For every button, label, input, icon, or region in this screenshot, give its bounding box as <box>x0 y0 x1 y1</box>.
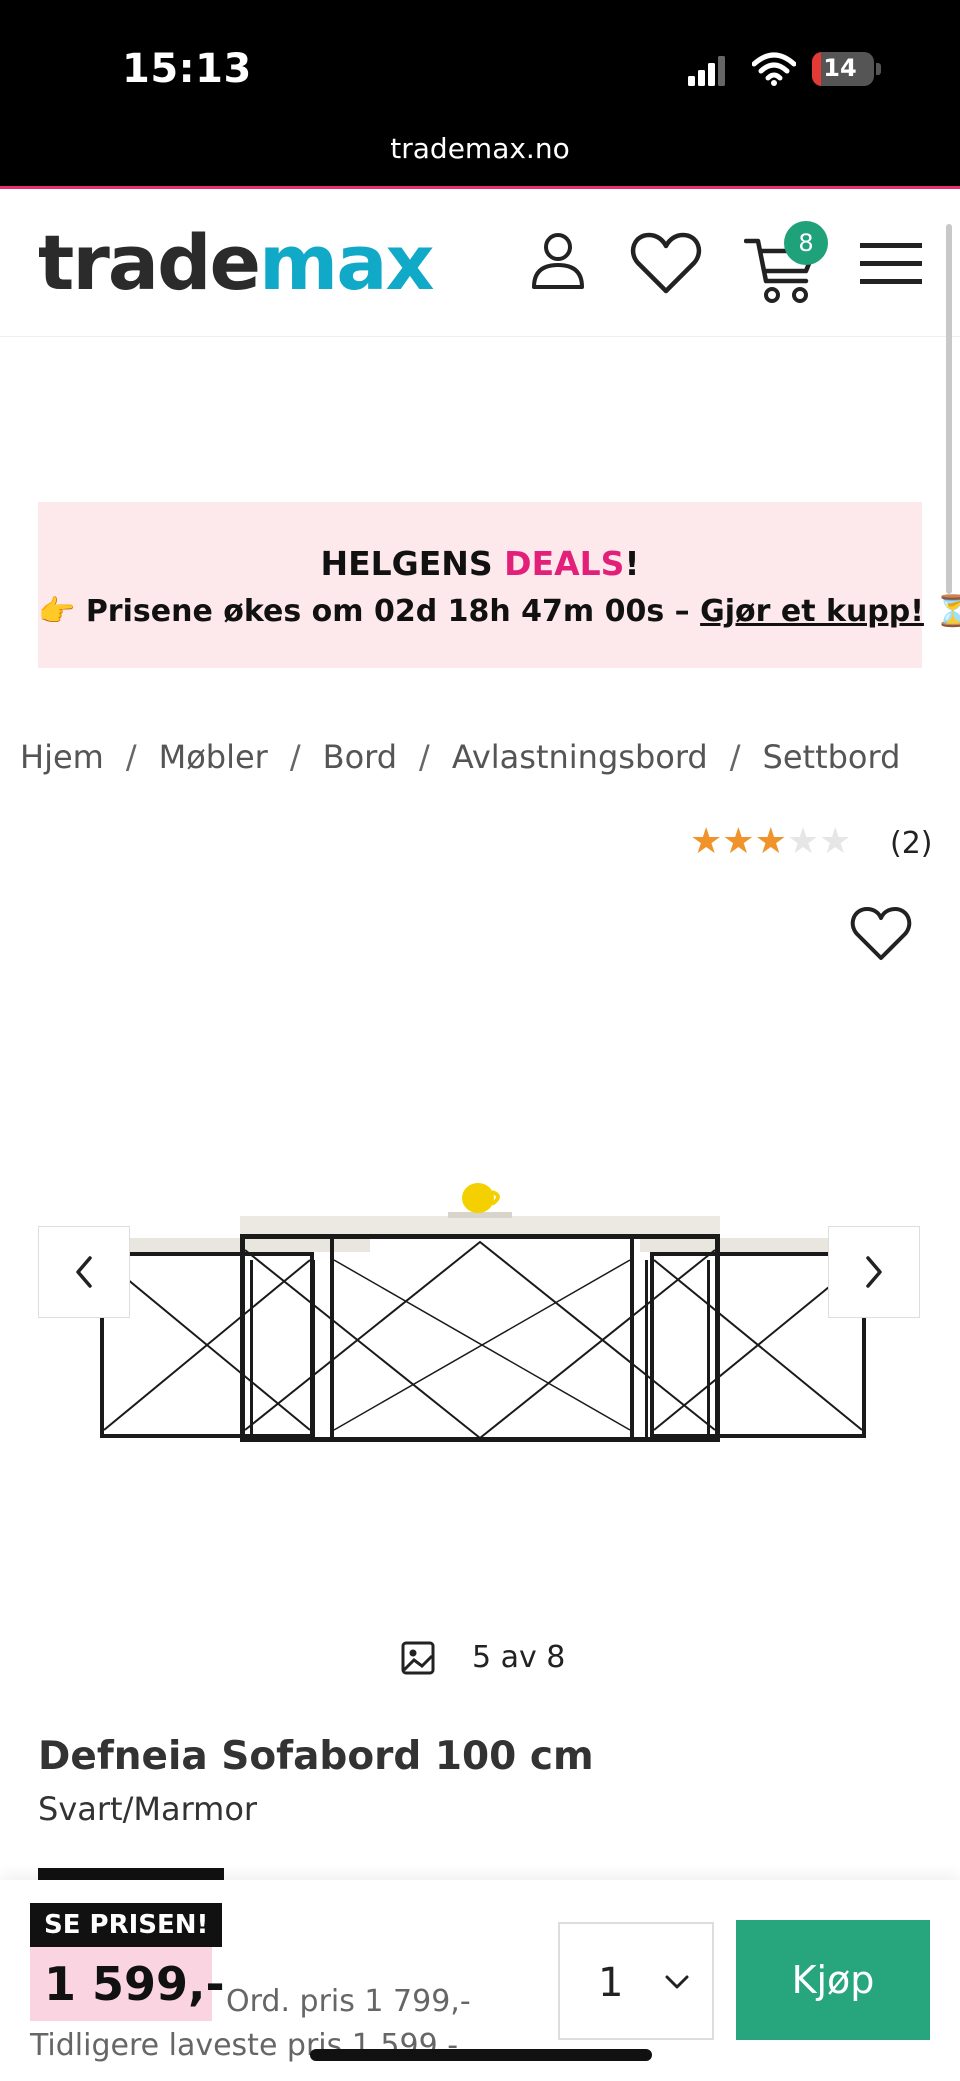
page-scrollbar[interactable] <box>946 224 952 594</box>
status-time: 15:13 <box>122 46 252 92</box>
quantity-select[interactable]: 1 <box>558 1922 714 2040</box>
star-icon: ★ <box>786 821 820 862</box>
home-indicator[interactable] <box>310 2049 652 2061</box>
favorite-heart-icon[interactable] <box>850 906 912 962</box>
buy-button[interactable]: Kjøp <box>736 1920 930 2040</box>
deals-banner[interactable]: HELGENS DEALS! 👉 Prisene økes om 02d 18h… <box>38 502 960 668</box>
wishlist-heart-icon[interactable] <box>630 231 702 295</box>
breadcrumb-item-settbord[interactable]: Settbord <box>763 738 901 776</box>
star-icon: ★ <box>754 821 787 862</box>
rating-stars[interactable]: ★★★★★ <box>690 820 851 864</box>
chevron-right-icon <box>866 1256 882 1288</box>
deals-title: HELGENS DEALS! <box>320 544 640 583</box>
battery-level: 14 <box>823 54 857 82</box>
menu-icon[interactable] <box>860 241 922 287</box>
gallery-next-button[interactable] <box>828 1226 920 1318</box>
product-page: 15:13 14 trademax.no trademax 8 HELGENS … <box>0 0 960 2081</box>
battery-icon: 14 <box>812 52 874 86</box>
rating-count[interactable]: (2) <box>890 826 933 861</box>
product-image[interactable] <box>80 1160 880 1490</box>
gallery-counter: 5 av 8 <box>472 1640 566 1675</box>
site-header: trademax <box>0 189 960 337</box>
user-icon[interactable] <box>528 231 588 291</box>
chevron-left-icon <box>76 1256 92 1288</box>
deals-countdown: 👉 Prisene økes om 02d 18h 47m 00s – Gjør… <box>38 594 960 629</box>
gallery-prev-button[interactable] <box>38 1226 130 1318</box>
cart-count-badge: 8 <box>784 221 828 265</box>
product-price: 1 599,- <box>30 1947 225 2021</box>
breadcrumb-item-bord[interactable]: Bord <box>323 738 397 776</box>
chevron-down-icon <box>665 1975 689 1989</box>
pointing-hand-icon: 👉 <box>38 594 76 629</box>
address-bar-url[interactable]: trademax.no <box>0 132 960 165</box>
star-icon: ★ <box>690 821 723 862</box>
status-bar: 15:13 14 trademax.no <box>0 0 960 189</box>
image-icon <box>401 1641 435 1675</box>
deals-cta-link[interactable]: Gjør et kupp! <box>700 594 924 629</box>
site-logo[interactable]: trademax <box>38 225 435 301</box>
quantity-value: 1 <box>598 1960 624 2006</box>
wifi-icon <box>752 52 796 86</box>
star-icon: ★ <box>819 821 852 862</box>
hourglass-icon: ⏳ <box>934 594 960 629</box>
breadcrumb: Hjem / Møbler / Bord / Avlastningsbord / Settbor… <box>20 738 901 776</box>
product-title: Defneia Sofabord 100 cm <box>38 1734 594 1779</box>
ordinary-price: Ord. pris 1 799,- <box>226 1984 471 2019</box>
signal-icon <box>688 56 725 86</box>
breadcrumb-item-hjem[interactable]: Hjem <box>20 738 104 776</box>
se-prisen-badge: SE PRISEN! <box>30 1903 223 1947</box>
breadcrumb-item-avlastningsbord[interactable]: Avlastningsbord <box>452 738 708 776</box>
breadcrumb-item-mobler[interactable]: Møbler <box>159 738 268 776</box>
product-variant: Svart/Marmor <box>38 1790 258 1828</box>
star-icon: ★ <box>722 821 755 862</box>
